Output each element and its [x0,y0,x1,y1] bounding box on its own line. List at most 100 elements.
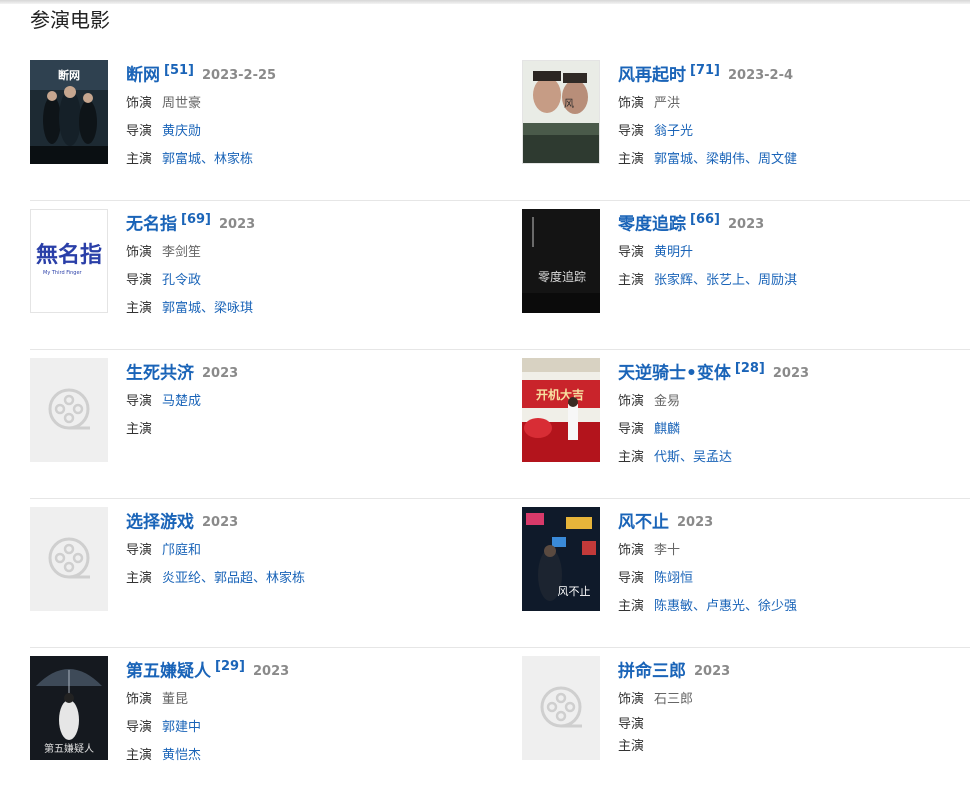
director-link[interactable]: 陈翊恒 [654,571,693,586]
film-title-link[interactable]: 风不止 [618,513,669,533]
role-value: 周世豪 [162,96,202,111]
film-row: 無名指 My Third Finger 无名指 [69] 2023 饰演 李剑笙 导演… [30,201,970,350]
director-link[interactable]: 翁子光 [654,124,693,139]
role-value: 李剑笙 [162,245,202,260]
citation-ref[interactable]: [66] [690,212,720,227]
citation-ref[interactable]: [28] [735,361,765,376]
film-title-link[interactable]: 断网 [126,66,160,86]
film-poster-placeholder[interactable] [30,507,108,611]
cast-links[interactable]: 张家辉、张艺上、周励淇 [654,273,797,288]
film-poster-duanwang[interactable]: 断网 [30,60,108,164]
cast-label: 主演 [618,450,645,465]
director-label: 导演 [618,717,645,732]
film-reel-icon [48,537,90,579]
svg-text:风不止: 风不止 [558,585,591,598]
release-date: 2023 [218,216,256,232]
cast-links[interactable]: 郭富城、梁咏琪 [162,301,253,316]
director-link[interactable]: 邝庭和 [162,543,201,558]
cast-label: 主演 [618,273,645,288]
film-poster-tianniqishi[interactable]: 开机大吉 [522,358,600,462]
cast-links[interactable]: 代斯、吴孟达 [654,450,732,465]
film-card-diwuxianyiren: 第五嫌疑人 第五嫌疑人 [29] 2023 饰演 董昆 导演 郭建中 主演 黄恺杰 [30,656,520,776]
film-info: 无名指 [69] 2023 饰演 李剑笙 导演 孔令政 主演 郭富城、梁咏琪 [126,209,520,323]
cast-label: 主演 [618,599,645,614]
director-label: 导演 [126,273,153,288]
release-date: 2023 [252,663,290,679]
citation-ref[interactable]: [71] [690,63,720,78]
role-label: 饰演 [618,96,645,111]
film-card-xuanzeyouxi: 选择游戏 2023 导演 邝庭和 主演 炎亚纶、郭品超、林家栋 [30,507,520,627]
film-card-wumingzhi: 無名指 My Third Finger 无名指 [69] 2023 饰演 李剑笙 导演… [30,209,520,329]
director-link[interactable]: 孔令政 [162,273,201,288]
cast-links[interactable]: 郭富城、梁朝伟、周文健 [654,152,797,167]
film-poster-fengbuzhi[interactable]: 风不止 [522,507,600,611]
film-title-link[interactable]: 天逆骑士•变体 [618,364,731,384]
cast-label: 主演 [618,739,645,754]
film-title-link[interactable]: 无名指 [126,215,177,235]
role-label: 饰演 [618,394,645,409]
film-info: 选择游戏 2023 导演 邝庭和 主演 炎亚纶、郭品超、林家栋 [126,507,520,593]
top-shadow-bar [0,0,970,4]
director-link[interactable]: 麒麟 [654,422,680,437]
film-reel-icon [48,388,90,430]
section-title: 参演电影 [30,8,110,32]
film-card-pinmingsanlang: 拼命三郎 2023 饰演 石三郎 导演 主演 [522,656,970,776]
film-poster-fengzaiqishi[interactable]: 风 [522,60,600,164]
director-link[interactable]: 马楚成 [162,394,201,409]
director-label: 导演 [618,422,645,437]
citation-ref[interactable]: [69] [181,212,211,227]
cast-links[interactable]: 郭富城、林家栋 [162,152,253,167]
release-date: 2023-2-4 [727,67,794,83]
film-title-link[interactable]: 选择游戏 [126,513,194,533]
film-info: 第五嫌疑人 [29] 2023 饰演 董昆 导演 郭建中 主演 黄恺杰 [126,656,520,770]
film-info: 天逆骑士•变体 [28] 2023 饰演 金易 导演 麒麟 主演 代斯、吴孟达 [618,358,970,472]
film-info: 零度追踪 [66] 2023 导演 黄明升 主演 张家辉、张艺上、周励淇 [618,209,970,295]
film-title-link[interactable]: 零度追踪 [618,215,686,235]
director-link[interactable]: 郭建中 [162,720,201,735]
film-grid: 断网 断网 [51] 2023-2-25 饰演 周世豪 导演 黄庆勋 主演 郭富城、林家栋 [30,52,970,796]
director-label: 导演 [618,571,645,586]
film-title-link[interactable]: 拼命三郎 [618,662,686,682]
film-poster-wumingzhi[interactable]: 無名指 My Third Finger [30,209,108,313]
film-card-tianniqishi: 开机大吉 天逆骑士•变体 [28] 2023 饰演 金易 导演 麒麟 主演 代斯、吴孟达 [522,358,970,478]
cast-links[interactable]: 炎亚纶、郭品超、林家栋 [162,571,305,586]
film-card-fengbuzhi: 风不止 风不止 2023 饰演 李十 导演 陈翊恒 主演 陈惠敏、卢惠光、徐少强 [522,507,970,627]
film-info: 生死共济 2023 导演 马楚成 主演 [126,358,520,444]
director-label: 导演 [618,245,645,260]
cast-links[interactable]: 陈惠敏、卢惠光、徐少强 [654,599,797,614]
film-row: 选择游戏 2023 导演 邝庭和 主演 炎亚纶、郭品超、林家栋 风不止 风不止 … [30,499,970,648]
citation-ref[interactable]: [51] [164,63,194,78]
director-link[interactable]: 黄明升 [654,245,693,260]
cast-label: 主演 [126,152,153,167]
role-label: 饰演 [126,96,153,111]
role-value: 李十 [654,543,681,558]
cast-label: 主演 [126,301,153,316]
film-poster-placeholder[interactable] [30,358,108,462]
film-title-link[interactable]: 风再起时 [618,66,686,86]
director-link[interactable]: 黄庆勋 [162,124,201,139]
film-poster-lingduzhuizong[interactable]: 零度追踪 [522,209,600,313]
release-date: 2023 [677,514,714,530]
film-card-fengzaiqishi: 风 风再起时 [71] 2023-2-4 饰演 严洪 导演 翁子光 主演 郭富城、梁朝伟、… [522,60,970,180]
film-title-link[interactable]: 生死共济 [126,364,194,384]
role-label: 饰演 [618,692,645,707]
role-label: 饰演 [126,692,153,707]
release-date: 2023 [772,365,810,381]
role-value: 严洪 [654,96,681,111]
svg-text:My Third Finger: My Third Finger [43,270,83,276]
film-card-duanwang: 断网 断网 [51] 2023-2-25 饰演 周世豪 导演 黄庆勋 主演 郭富城、林家栋 [30,60,520,180]
role-value: 董昆 [162,692,189,707]
film-row: 断网 断网 [51] 2023-2-25 饰演 周世豪 导演 黄庆勋 主演 郭富城、林家栋 [30,52,970,201]
release-date: 2023 [202,514,239,530]
role-label: 饰演 [618,543,645,558]
film-poster-placeholder[interactable] [522,656,600,760]
cast-links[interactable]: 黄恺杰 [162,748,201,763]
film-poster-diwuxianyiren[interactable]: 第五嫌疑人 [30,656,108,760]
film-row: 生死共济 2023 导演 马楚成 主演 开机大吉 天逆骑士•变体 [28] 20… [30,350,970,499]
director-label: 导演 [126,394,153,409]
cast-label: 主演 [126,571,153,586]
release-date: 2023-2-25 [201,67,277,83]
film-row: 第五嫌疑人 第五嫌疑人 [29] 2023 饰演 董昆 导演 郭建中 主演 黄恺杰 [30,648,970,796]
citation-ref[interactable]: [29] [215,659,245,674]
film-title-link[interactable]: 第五嫌疑人 [126,662,211,682]
